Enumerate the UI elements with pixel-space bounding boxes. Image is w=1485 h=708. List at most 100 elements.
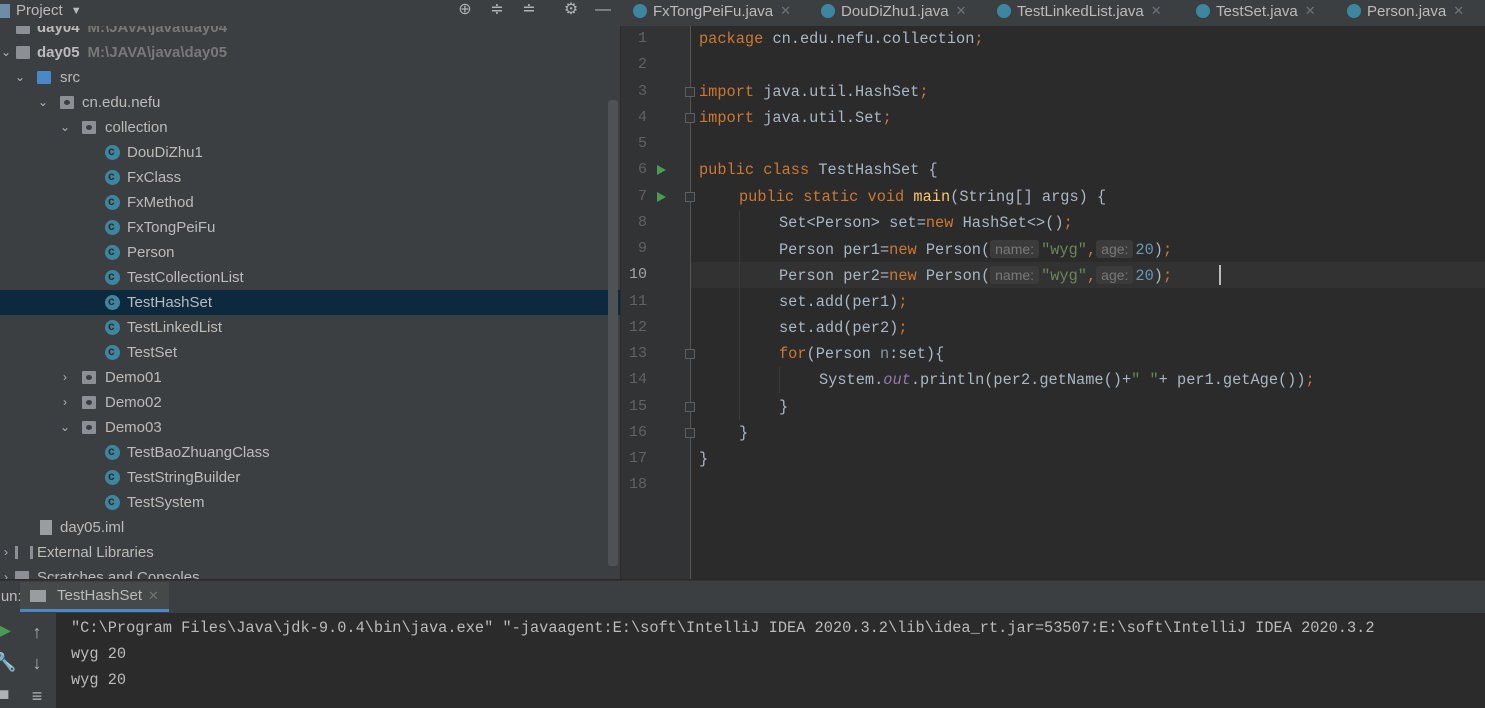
scroll-up-icon[interactable]: ↑ <box>27 622 47 643</box>
fold-marker-icon[interactable] <box>685 87 695 97</box>
tree-item-day05-iml[interactable]: day05.iml <box>0 515 608 540</box>
collapse-all-icon[interactable]: ≐ <box>518 0 540 22</box>
editor-tab-testset[interactable]: TestSet.java ✕ <box>1196 0 1316 22</box>
code-text: HashSet<>() <box>953 214 1064 232</box>
line-number: 12 <box>628 319 647 336</box>
fold-marker-icon[interactable] <box>685 428 695 438</box>
close-icon[interactable]: ✕ <box>1453 3 1464 19</box>
chevron-down-icon[interactable]: ⌄ <box>59 115 71 140</box>
library-icon <box>15 546 33 559</box>
java-class-icon <box>105 214 120 239</box>
line-number: 13 <box>628 345 647 362</box>
tree-item-src[interactable]: ⌄ src <box>0 65 608 90</box>
tree-item-label: External Libraries <box>37 544 154 561</box>
tab-label: DouDiZhu1.java <box>841 2 949 20</box>
code-line-13: for(Person n:set){ <box>779 341 944 367</box>
tree-item-day05[interactable]: ⌄ day05 M:\JAVA\java\day05 <box>0 40 608 65</box>
code-static-field: out <box>883 371 911 389</box>
tree-item-cn-edu-nefu[interactable]: ⌄ cn.edu.nefu <box>0 90 608 115</box>
java-class-icon <box>633 4 647 18</box>
package-icon <box>82 396 96 409</box>
tree-item-label: Scratches and Consoles <box>37 569 200 579</box>
scroll-down-icon[interactable]: ↓ <box>27 653 47 674</box>
tree-item-fxclass[interactable]: FxClass <box>0 164 608 190</box>
tree-item-testhashset[interactable]: TestHashSet <box>0 289 620 315</box>
editor-tab-fxtongpeifu[interactable]: FxTongPeiFu.java ✕ <box>633 0 791 22</box>
gear-icon[interactable]: ⚙ <box>560 0 582 22</box>
tree-item-label: TestCollectionList <box>127 269 244 286</box>
locate-file-icon[interactable]: ⊕ <box>454 0 476 22</box>
tree-item-demo03[interactable]: ⌄ Demo03 <box>0 415 608 440</box>
tree-item-label: TestSet <box>127 344 178 361</box>
text-caret <box>1219 265 1221 285</box>
tree-item-testbaozhuangclass[interactable]: TestBaoZhuangClass <box>0 439 608 465</box>
run-class-icon[interactable] <box>657 165 666 175</box>
code-semicolon: ; <box>919 83 929 101</box>
close-icon[interactable]: ✕ <box>1305 3 1316 19</box>
project-scrollbar[interactable] <box>608 100 618 566</box>
code-text: set.add(per2) <box>779 319 899 337</box>
chevron-right-icon[interactable]: › <box>59 390 71 415</box>
tree-item-label: Demo01 <box>105 369 162 386</box>
run-main-icon[interactable] <box>657 192 666 202</box>
fold-marker-icon[interactable] <box>685 402 695 412</box>
chevron-right-icon[interactable]: › <box>59 365 71 390</box>
run-config-icon <box>30 589 46 602</box>
rerun-icon[interactable]: ▶ <box>0 620 14 641</box>
code-line-16: } <box>739 424 749 442</box>
package-icon <box>82 121 96 134</box>
code-semicolon: ; <box>1063 214 1073 232</box>
hide-panel-icon[interactable]: — <box>592 0 614 22</box>
chevron-down-icon[interactable]: ⌄ <box>37 90 49 115</box>
code-text: Person per1= <box>779 241 890 259</box>
tree-item-fxtongpeifu[interactable]: FxTongPeiFu <box>0 214 608 240</box>
chevron-down-icon[interactable]: ⌄ <box>59 415 71 440</box>
tree-item-testlinkedlist[interactable]: TestLinkedList <box>0 314 608 340</box>
tree-item-testcollectionlist[interactable]: TestCollectionList <box>0 264 608 290</box>
close-icon[interactable]: ✕ <box>956 3 967 19</box>
soft-wrap-icon[interactable]: ≡ <box>27 686 47 707</box>
close-icon[interactable]: ✕ <box>148 588 159 604</box>
editor-tab-doudizhu1[interactable]: DouDiZhu1.java ✕ <box>821 0 966 22</box>
line-number: 7 <box>637 188 647 205</box>
tree-item-label: day05.iml <box>60 519 125 536</box>
fold-marker-icon[interactable] <box>685 349 695 359</box>
tree-item-doudizhu1[interactable]: DouDiZhu1 <box>0 139 608 165</box>
tree-item-external-libraries[interactable]: › External Libraries <box>0 540 608 565</box>
code-line-15: } <box>779 398 789 416</box>
tree-item-fxmethod[interactable]: FxMethod <box>0 189 608 215</box>
run-panel-label: Run: <box>0 588 22 605</box>
code-text: :set){ <box>889 345 945 363</box>
stop-icon[interactable]: ■ <box>0 684 14 705</box>
close-icon[interactable]: ✕ <box>780 3 791 19</box>
tree-item-testset[interactable]: TestSet <box>0 339 608 365</box>
close-icon[interactable]: ✕ <box>1151 3 1162 19</box>
project-view-title: Project <box>16 2 63 19</box>
code-semicolon: ; <box>974 30 984 48</box>
run-tab-testhashset[interactable]: TestHashSet ✕ <box>20 582 169 612</box>
tree-item-collection[interactable]: ⌄ collection <box>0 115 608 140</box>
code-keyword: public class <box>699 161 810 179</box>
tree-item-teststringbuilder[interactable]: TestStringBuilder <box>0 464 608 490</box>
chevron-right-icon[interactable]: › <box>0 565 12 579</box>
tree-item-person[interactable]: Person <box>0 239 608 265</box>
tree-item-demo01[interactable]: › Demo01 <box>0 365 608 390</box>
tree-item-demo02[interactable]: › Demo02 <box>0 390 608 415</box>
tree-item-scratches[interactable]: › Scratches and Consoles <box>0 565 608 579</box>
project-view-selector[interactable]: Project ▼ <box>0 0 82 22</box>
chevron-right-icon[interactable]: › <box>0 540 12 565</box>
line-number: 14 <box>628 371 647 388</box>
editor-tab-testlinkedlist[interactable]: TestLinkedList.java ✕ <box>997 0 1162 22</box>
fold-marker-icon[interactable] <box>685 192 695 202</box>
expand-all-icon[interactable]: ≑ <box>486 0 508 22</box>
fold-marker-icon[interactable] <box>685 113 695 123</box>
chevron-down-icon[interactable]: ⌄ <box>14 65 26 90</box>
tree-item-day04[interactable]: day04 M:\JAVA\java\day04 <box>0 26 608 40</box>
chevron-down-icon[interactable]: ⌄ <box>0 40 12 65</box>
editor-tab-person[interactable]: Person.java ✕ <box>1347 0 1464 22</box>
project-tree: day04 M:\JAVA\java\day04 ⌄ day05 M:\JAVA\j… <box>0 26 620 579</box>
code-text: + per1.getAge()) <box>1158 371 1306 389</box>
tree-item-testsystem[interactable]: TestSystem <box>0 489 608 515</box>
wrench-icon[interactable]: 🔧 <box>0 652 16 673</box>
code-string: " " <box>1131 371 1159 389</box>
